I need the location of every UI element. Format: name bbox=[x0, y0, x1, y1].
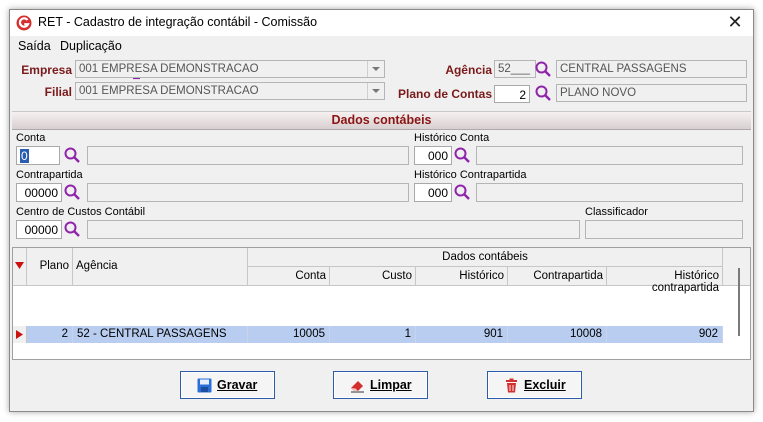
save-icon bbox=[197, 378, 212, 393]
classificador-field[interactable] bbox=[585, 220, 743, 239]
gravar-label: Gravar bbox=[217, 378, 258, 392]
row-indicator bbox=[13, 326, 27, 343]
cell-conta: 10005 bbox=[248, 326, 330, 343]
data-grid[interactable]: Plano Agência Dados contábeis Conta Cust… bbox=[12, 247, 751, 360]
main-window: RET - Cadastro de integração contábil - … bbox=[9, 9, 754, 412]
excluir-button[interactable]: Excluir bbox=[487, 371, 582, 399]
empresa-value: 001 EMPRESA DEMONSTRACAO bbox=[79, 63, 259, 75]
chevron-down-icon[interactable] bbox=[367, 61, 384, 77]
centro-custos-desc-field bbox=[87, 220, 580, 239]
centro-custos-label: Centro de Custos Contábil bbox=[16, 206, 146, 218]
current-row-icon bbox=[16, 330, 23, 339]
historico-conta-desc-field bbox=[476, 146, 743, 165]
historico-contrapartida-label: Histórico Contrapartida bbox=[414, 169, 527, 181]
historico-contrapartida-input[interactable]: 000 bbox=[414, 183, 452, 202]
cell-custo: 1 bbox=[330, 326, 416, 343]
close-icon[interactable]: ✕ bbox=[725, 12, 745, 32]
plano-code-input[interactable]: 2 bbox=[494, 85, 530, 103]
search-icon[interactable] bbox=[63, 183, 81, 201]
title-bar: RET - Cadastro de integração contábil - … bbox=[10, 10, 753, 36]
row-indicator-header bbox=[13, 248, 27, 286]
limpar-label: Limpar bbox=[370, 378, 412, 392]
chevron-down-icon[interactable] bbox=[367, 83, 384, 99]
historico-conta-label: Histórico Conta bbox=[414, 132, 490, 144]
empresa-label: Empresa bbox=[21, 63, 72, 77]
search-icon[interactable] bbox=[534, 60, 552, 78]
plano-name-field: PLANO NOVO bbox=[556, 84, 747, 102]
col-historico[interactable]: Histórico bbox=[416, 267, 508, 286]
dados-contabeis-header: Dados contábeis bbox=[12, 111, 751, 130]
eraser-icon bbox=[351, 381, 364, 393]
gravar-button[interactable]: Gravar bbox=[180, 371, 275, 399]
table-row[interactable]: 2 52 - CENTRAL PASSAGENS 10005 1 901 100… bbox=[13, 287, 723, 343]
section-title: Dados contábeis bbox=[331, 113, 432, 127]
group-dados-contabeis: Dados contábeis bbox=[248, 248, 723, 267]
contrapartida-label: Contrapartida bbox=[16, 169, 83, 181]
search-icon[interactable] bbox=[63, 220, 81, 238]
empresa-select[interactable]: 001 EMPRESA DEMONSTRACAO bbox=[75, 60, 385, 78]
menu-saida[interactable]: Saída bbox=[18, 39, 51, 53]
app-logo-icon bbox=[16, 15, 32, 31]
search-icon[interactable] bbox=[63, 146, 81, 164]
search-icon[interactable] bbox=[453, 146, 471, 164]
cell-historico-contrapartida: 902 bbox=[607, 326, 723, 343]
col-historico-contrapartida[interactable]: Histórico contrapartida bbox=[607, 267, 723, 294]
historico-contrapartida-desc-field bbox=[476, 183, 743, 202]
conta-label: Conta bbox=[16, 132, 46, 144]
trash-icon bbox=[506, 378, 517, 393]
historico-conta-input[interactable]: 000 bbox=[414, 146, 452, 165]
agencia-name-field: CENTRAL PASSAGENS bbox=[556, 60, 747, 78]
classificador-label: Classificador bbox=[585, 206, 648, 218]
vertical-scrollbar[interactable] bbox=[738, 268, 740, 336]
col-plano[interactable]: Plano bbox=[27, 248, 73, 286]
cell-historico: 901 bbox=[416, 326, 508, 343]
filial-select[interactable]: 001 EMPRESA DEMONSTRACAO bbox=[75, 82, 385, 100]
conta-input[interactable]: 0 bbox=[16, 146, 60, 165]
cell-plano: 2 bbox=[27, 326, 73, 343]
window-title: RET - Cadastro de integração contábil - … bbox=[38, 15, 318, 29]
contrapartida-input[interactable]: 00000 bbox=[16, 183, 62, 202]
conta-desc-field bbox=[87, 146, 409, 165]
menu-bar: Saída Duplicação bbox=[10, 36, 753, 80]
filial-label: Filial bbox=[44, 85, 72, 99]
menu-duplicacao[interactable]: Duplicação bbox=[60, 39, 122, 53]
col-custo[interactable]: Custo bbox=[330, 267, 416, 286]
grid-header-filler bbox=[723, 248, 750, 286]
sort-down-icon bbox=[15, 262, 24, 269]
search-icon[interactable] bbox=[453, 183, 471, 201]
filial-value: 001 EMPRESA DEMONSTRACAO bbox=[79, 85, 259, 97]
col-agencia[interactable]: Agência bbox=[73, 248, 248, 286]
centro-custos-input[interactable]: 00000 bbox=[16, 220, 62, 239]
col-conta[interactable]: Conta bbox=[248, 267, 330, 286]
agencia-label: Agência bbox=[445, 63, 492, 77]
search-icon[interactable] bbox=[534, 84, 552, 102]
cell-agencia: 52 - CENTRAL PASSAGENS bbox=[73, 326, 248, 343]
limpar-button[interactable]: Limpar bbox=[333, 371, 428, 399]
col-contrapartida[interactable]: Contrapartida bbox=[508, 267, 607, 286]
plano-label: Plano de Contas bbox=[397, 87, 492, 101]
agencia-code-input[interactable]: 52___ bbox=[494, 60, 536, 78]
conta-value: 0 bbox=[20, 149, 29, 163]
excluir-label: Excluir bbox=[524, 378, 566, 392]
contrapartida-desc-field bbox=[87, 183, 409, 202]
cell-contrapartida: 10008 bbox=[508, 326, 607, 343]
